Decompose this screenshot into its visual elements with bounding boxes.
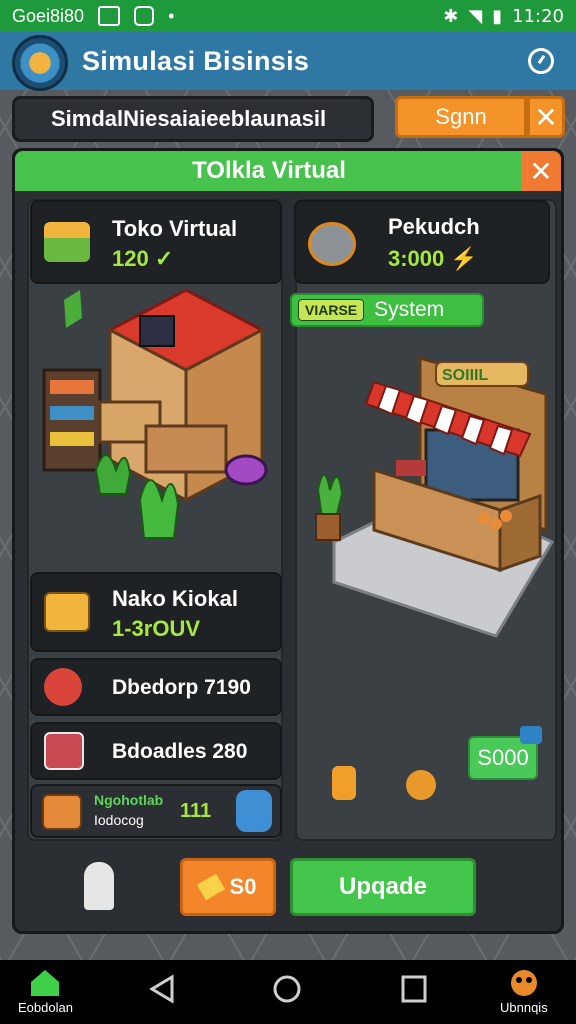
home-circle-icon: [273, 975, 301, 1003]
system-badge[interactable]: VIARSE System: [290, 293, 484, 327]
card-title: Nako Kiokal: [112, 586, 238, 611]
gift-box-icon: [44, 592, 90, 632]
home-icon: [31, 970, 60, 996]
tag-icon: [196, 873, 225, 901]
nav-home-circle[interactable]: [272, 974, 302, 1004]
drink-cup-icon: [332, 766, 356, 800]
card-title: Toko Virtual: [112, 216, 238, 241]
nav-home[interactable]: Eobdolan: [18, 968, 73, 1015]
stat-card: Ngohotlab Iodocog 111: [30, 784, 282, 838]
card-nako-kiokal[interactable]: Nako Kiokal 1-3rOUV: [30, 572, 282, 652]
signal-icon: ▮: [492, 5, 503, 27]
sign-button[interactable]: Sgnn: [395, 96, 527, 138]
nav-back[interactable]: [148, 974, 176, 1004]
recents-icon: [401, 975, 427, 1003]
card-value: 3:000 ⚡: [388, 246, 478, 271]
card-title: Pekudch: [388, 214, 480, 239]
navigation-bar: Eobdolan Ubnnqis: [0, 960, 576, 1024]
phone-icon: [44, 668, 82, 706]
produce-crate-icon: [44, 222, 90, 262]
right-stall-illustration: SOIIIL: [315, 356, 555, 638]
card-title: Dbedorp 7190: [112, 676, 251, 699]
cash-register-icon: [44, 732, 84, 770]
camera-icon: [134, 6, 155, 26]
wifi-icon: ◥: [468, 5, 483, 27]
coins-icon: [406, 770, 436, 800]
cooking-pot-icon: [308, 222, 356, 266]
card-title: Bdoadles 280: [112, 740, 248, 763]
nav-profile[interactable]: Ubnnqis: [500, 968, 548, 1015]
top-info-text: SimdalNiesaiaieeblaunasil: [51, 106, 327, 131]
nav-home-label: Eobdolan: [18, 1000, 73, 1015]
app-title: Simulasi Bisinsis: [82, 45, 310, 76]
status-bar: Goei8i80 • ✱ ◥ ▮ 11:20: [0, 0, 576, 32]
price-button[interactable]: S000: [468, 726, 542, 780]
stat-line2: Iodocog: [94, 812, 144, 828]
app-bar: Simulasi Bisinsis: [0, 32, 576, 91]
coin-purchase-button[interactable]: S0: [180, 858, 276, 916]
system-label: System: [374, 298, 445, 321]
jar-icon: [236, 790, 272, 832]
back-icon: [149, 974, 174, 1004]
top-info-bar: SimdalNiesaiaieeblaunasil: [12, 96, 374, 142]
stall-sign-text: SOIIIL: [442, 367, 488, 384]
top-close-button[interactable]: ✕: [527, 96, 565, 138]
nav-recents[interactable]: [400, 974, 428, 1004]
status-left-text: Goei8i80: [12, 5, 85, 26]
card-value: 120 ✓: [112, 246, 174, 271]
profile-icon: [510, 970, 537, 996]
upgrade-button[interactable]: Upqade: [290, 858, 476, 916]
left-shop-illustration: [42, 290, 268, 539]
stat-line1: Ngohotlab: [94, 792, 164, 808]
card-bdoadles[interactable]: Bdoadles 280: [30, 722, 282, 780]
card-dbedorp[interactable]: Dbedorp 7190: [30, 658, 282, 716]
app-logo-icon: [12, 35, 68, 91]
system-tag: VIARSE: [298, 299, 365, 321]
status-time: 11:20: [512, 5, 564, 27]
money-stack-icon: [42, 794, 82, 830]
dot-icon: •: [168, 5, 175, 26]
compass-icon[interactable]: [528, 48, 554, 74]
coin-purchase-label: S0: [229, 874, 257, 899]
panel-title: TOlkla Virtual: [15, 151, 523, 191]
card-pekudch[interactable]: Pekudch 3:000 ⚡: [294, 200, 550, 284]
bluetooth-icon: ✱: [443, 5, 459, 27]
nav-profile-label: Ubnnqis: [500, 1000, 548, 1015]
card-value: 1-3rOUV: [112, 616, 201, 641]
card-toko-virtual[interactable]: Toko Virtual 120 ✓: [30, 200, 282, 284]
chef-figure-icon: [84, 862, 114, 910]
gallery-icon: [98, 6, 121, 26]
stat-value: 111: [180, 800, 212, 822]
panel-close-button[interactable]: ✕: [521, 151, 561, 191]
